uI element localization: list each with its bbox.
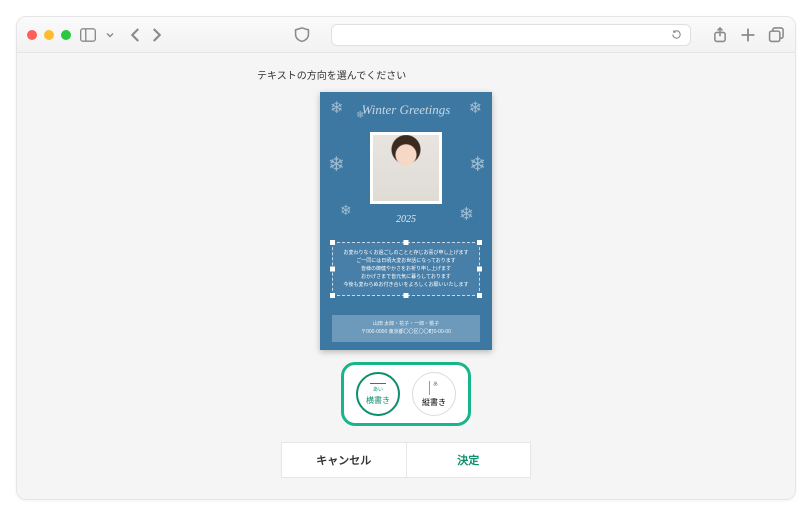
greeting-line: ご一同には日頃大変お世話になっております bbox=[337, 257, 475, 265]
tabs-icon[interactable] bbox=[767, 26, 785, 44]
horizontal-option[interactable]: あい 横書き bbox=[356, 372, 400, 416]
signature-line: 山田 太郎・花子・一郎・桃子 bbox=[332, 321, 480, 329]
text-direction-selector: あい 横書き あ 縦書き bbox=[341, 362, 471, 426]
signature-line: 〒000-0000 東京都〇〇区〇〇町0-00-00 bbox=[332, 329, 480, 337]
window-controls[interactable] bbox=[27, 30, 71, 40]
greeting-text-box[interactable]: お変わりなくお過ごしのことと存じお喜び申し上げます ご一同には日頃大変お世話にな… bbox=[332, 242, 480, 296]
chevron-down-icon[interactable] bbox=[105, 26, 115, 44]
forward-icon[interactable] bbox=[147, 26, 165, 44]
shield-icon[interactable] bbox=[293, 26, 311, 44]
photo-placeholder bbox=[373, 135, 439, 201]
plus-icon[interactable] bbox=[739, 26, 757, 44]
browser-window: テキストの方向を選んでください ❄ ❄ ❄ ❄ ❄ ❄ ❄ Winter Gre… bbox=[16, 16, 796, 500]
share-icon[interactable] bbox=[711, 26, 729, 44]
zoom-icon[interactable] bbox=[61, 30, 71, 40]
greeting-line: 今後も変わらぬお付き合いをよろしくお願いいたします bbox=[337, 281, 475, 289]
horizontal-line-icon bbox=[370, 383, 386, 384]
confirm-button[interactable]: 決定 bbox=[406, 443, 531, 477]
sample-text: あ bbox=[432, 381, 439, 386]
cancel-button[interactable]: キャンセル bbox=[282, 443, 406, 477]
snowflake-icon: ❄ bbox=[328, 152, 345, 177]
greeting-line: お変わりなくお過ごしのことと存じお喜び申し上げます bbox=[337, 249, 475, 257]
option-label: 縦書き bbox=[422, 397, 446, 408]
close-icon[interactable] bbox=[27, 30, 37, 40]
page-content: テキストの方向を選んでください ❄ ❄ ❄ ❄ ❄ ❄ ❄ Winter Gre… bbox=[17, 53, 795, 499]
minimize-icon[interactable] bbox=[44, 30, 54, 40]
postcard-year: 2025 bbox=[320, 214, 492, 225]
option-label: 横書き bbox=[366, 395, 390, 406]
vertical-option[interactable]: あ 縦書き bbox=[412, 372, 456, 416]
postcard-preview: ❄ ❄ ❄ ❄ ❄ ❄ ❄ Winter Greetings 2025 お変わり… bbox=[320, 92, 492, 350]
greeting-line: 皆様の御健やかさをお祈り申し上げます bbox=[337, 265, 475, 273]
back-icon[interactable] bbox=[127, 26, 145, 44]
postcard-heading: Winter Greetings bbox=[320, 102, 492, 118]
sidebar-icon[interactable] bbox=[79, 26, 97, 44]
postcard-signature: 山田 太郎・花子・一郎・桃子 〒000-0000 東京都〇〇区〇〇町0-00-0… bbox=[332, 315, 480, 342]
page-title: テキストの方向を選んでください bbox=[257, 67, 795, 82]
postcard-photo bbox=[370, 132, 442, 204]
greeting-line: おかげさまで皆元気に暮らしております bbox=[337, 273, 475, 281]
address-bar[interactable] bbox=[331, 24, 691, 46]
sample-text: あい bbox=[373, 386, 383, 393]
vertical-line-icon bbox=[429, 381, 430, 395]
dialog-footer: キャンセル 決定 bbox=[281, 442, 531, 478]
reload-icon[interactable] bbox=[671, 29, 682, 40]
snowflake-icon: ❄ bbox=[469, 152, 486, 177]
browser-toolbar bbox=[17, 17, 795, 53]
